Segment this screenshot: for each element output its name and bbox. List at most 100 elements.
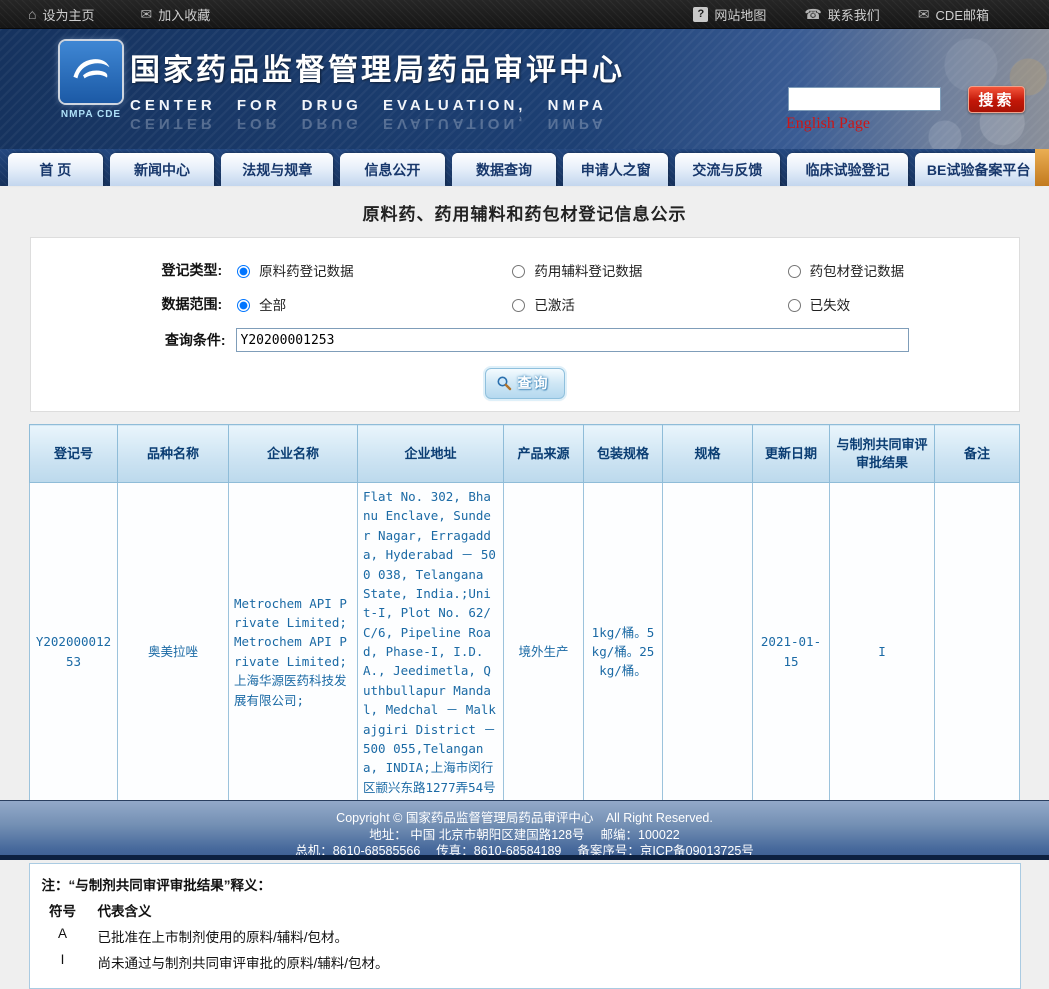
site-footer: Copyright © 国家药品监督管理局药品审评中心 All Right Re… xyxy=(0,800,1049,860)
tab-laws-regulations[interactable]: 法规与规章 xyxy=(221,153,334,186)
english-page-link[interactable]: English Page xyxy=(786,115,870,133)
site-subtitle-reflection: CENTER FOR DRUG EVALUATION, NMPA xyxy=(130,115,607,132)
cell-company-name: Metrochem API Private Limited;Metrochem … xyxy=(228,482,358,822)
note-meaning-i: 尚未通过与制剂共同审评审批的原料/辅料/包材。 xyxy=(97,956,389,972)
radio-excipient-data[interactable] xyxy=(512,265,526,278)
site-subtitle-en: CENTER FOR DRUG EVALUATION, NMPA xyxy=(130,97,607,114)
radio-api-data[interactable] xyxy=(237,265,251,278)
tab-be-trial-platform[interactable]: BE试验备案平台 xyxy=(915,153,1042,186)
note-title: 注：“与制剂共同审评审批结果”释义： xyxy=(41,878,272,894)
top-utility-bar: ⌂ 设为主页 ✉ 加入收藏 ? 网站地图 ☎ 联系我们 ✉ CDE邮箱 xyxy=(0,0,1049,29)
main-content: 原料药、药用辅料和药包材登记信息公示 登记类型: 原料药登记数据 药用辅料登记数… xyxy=(0,186,1049,989)
cell-remark xyxy=(934,482,1020,822)
logo-caption: NMPA CDE xyxy=(60,109,122,120)
page-title: 原料药、药用辅料和药包材登记信息公示 xyxy=(362,205,687,224)
note-symbol-i: I xyxy=(60,952,65,968)
contact-link[interactable]: ☎ 联系我们 xyxy=(804,5,879,24)
query-button-row: 查询 xyxy=(31,368,1019,399)
cell-product-name: 奥美拉唑 xyxy=(117,482,229,822)
radio-option-packaging-data[interactable]: 药包材登记数据 xyxy=(783,260,1019,280)
table-header-row: 登记号 品种名称 企业名称 企业地址 产品来源 包装规格 规格 更新日期 与制剂… xyxy=(29,423,1020,484)
cell-package-spec: 1kg/桶。5kg/桶。25kg/桶。 xyxy=(583,482,663,822)
results-table: 登记号 品种名称 企业名称 企业地址 产品来源 包装规格 规格 更新日期 与制剂… xyxy=(29,423,1020,822)
col-header-package-spec: 包装规格 xyxy=(583,423,663,484)
radio-packaging-data[interactable] xyxy=(787,265,801,278)
scope-label: 数据范围: xyxy=(161,296,223,312)
col-header-company-address: 企业地址 xyxy=(357,423,504,484)
mail-icon: ✉ xyxy=(917,6,930,22)
cell-spec xyxy=(662,482,753,822)
question-icon: ? xyxy=(693,6,709,22)
radio-option-expired[interactable]: 已失效 xyxy=(783,294,1019,314)
logo-swoosh-icon xyxy=(73,59,110,79)
radio-expired-label: 已失效 xyxy=(809,298,851,313)
sitemap-link[interactable]: ? 网站地图 xyxy=(693,5,766,24)
footer-address: 地址： 中国 北京市朝阳区建国路128号 邮编：100022 xyxy=(369,827,680,842)
reg-type-label: 登记类型: xyxy=(161,262,223,278)
radio-excipient-data-label: 药用辅料登记数据 xyxy=(534,264,643,279)
col-header-product-source: 产品来源 xyxy=(503,423,584,484)
radio-option-activated[interactable]: 已激活 xyxy=(507,294,782,314)
radio-all-label: 全部 xyxy=(259,298,287,313)
phone-icon: ☎ xyxy=(804,6,822,22)
tab-applicant-window[interactable]: 申请人之窗 xyxy=(563,153,669,186)
magnifier-icon xyxy=(497,376,511,391)
legend-note-box: 注：“与制剂共同审评审批结果”释义： 符号 代表含义 A 已批准在上市制剂使用的… xyxy=(28,863,1021,989)
tab-data-query[interactable]: 数据查询 xyxy=(451,153,557,186)
table-row: Y20200001253 奥美拉唑 Metrochem API Private … xyxy=(29,482,1020,822)
cell-update-date: 2021-01-15 xyxy=(752,482,830,822)
cell-company-address: Flat No. 302, Bhanu Enclave, Sunder Naga… xyxy=(357,482,504,822)
note-header-meaning: 代表含义 xyxy=(97,904,152,920)
cell-reg-no: Y20200001253 xyxy=(29,482,118,822)
site-search-button[interactable]: 搜索 xyxy=(968,86,1025,113)
tab-clinical-trial-registration[interactable]: 临床试验登记 xyxy=(786,153,909,186)
topbar-left-links: ⌂ 设为主页 ✉ 加入收藏 xyxy=(28,5,210,24)
col-header-product-name: 品种名称 xyxy=(117,423,229,484)
nmpa-cde-logo-icon xyxy=(60,41,122,103)
radio-all[interactable] xyxy=(237,299,251,312)
site-title-block: 国家药品监督管理局药品审评中心 CENTER FOR DRUG EVALUATI… xyxy=(130,45,625,132)
tab-news-center[interactable]: 新闻中心 xyxy=(109,153,215,186)
note-row-a: A 已批准在上市制剂使用的原料/辅料/包材。 xyxy=(40,926,1010,946)
add-favorite-label: 加入收藏 xyxy=(158,7,211,23)
site-title: 国家药品监督管理局药品审评中心 xyxy=(130,54,625,87)
home-icon: ⌂ xyxy=(28,6,37,22)
cell-product-source: 境外生产 xyxy=(503,482,584,822)
site-header: NMPA CDE 国家药品监督管理局药品审评中心 CENTER FOR DRUG… xyxy=(0,29,1049,149)
scope-row: 数据范围: 全部 已激活 已失效 xyxy=(31,294,1019,314)
query-button[interactable]: 查询 xyxy=(484,368,565,399)
tab-info-disclosure[interactable]: 信息公开 xyxy=(340,153,445,186)
col-header-reg-no: 登记号 xyxy=(29,423,118,484)
cell-joint-review-result: I xyxy=(829,482,935,822)
add-favorite-link[interactable]: ✉ 加入收藏 xyxy=(140,5,210,24)
logo[interactable]: NMPA CDE xyxy=(55,41,127,120)
query-condition-label: 查询条件: xyxy=(164,332,226,348)
radio-api-data-label: 原料药登记数据 xyxy=(259,264,354,279)
topbar-right-links: ? 网站地图 ☎ 联系我们 ✉ CDE邮箱 xyxy=(693,5,989,24)
col-header-update-date: 更新日期 xyxy=(752,423,830,484)
site-search-input[interactable] xyxy=(788,87,941,111)
query-condition-input[interactable] xyxy=(235,328,909,352)
radio-option-all[interactable]: 全部 xyxy=(232,294,507,314)
tab-home[interactable]: 首 页 xyxy=(8,153,103,186)
radio-option-api-data[interactable]: 原料药登记数据 xyxy=(232,260,507,280)
reg-type-row: 登记类型: 原料药登记数据 药用辅料登记数据 药包材登记数据 xyxy=(31,260,1019,280)
set-home-label: 设为主页 xyxy=(42,7,95,23)
tab-communication-feedback[interactable]: 交流与反馈 xyxy=(675,153,780,186)
cde-mail-label: CDE邮箱 xyxy=(935,7,989,23)
sitemap-label: 网站地图 xyxy=(714,7,767,23)
col-header-remark: 备注 xyxy=(934,423,1020,484)
col-header-joint-review-result: 与制剂共同审评审批结果 xyxy=(829,423,935,484)
note-meaning-a: 已批准在上市制剂使用的原料/辅料/包材。 xyxy=(97,930,349,946)
col-header-spec: 规格 xyxy=(662,423,753,484)
cde-mail-link[interactable]: ✉ CDE邮箱 xyxy=(918,5,989,24)
note-symbol-a: A xyxy=(57,926,67,942)
radio-expired[interactable] xyxy=(787,299,801,312)
footer-copyright: Copyright © 国家药品监督管理局药品审评中心 All Right Re… xyxy=(336,811,713,825)
note-header-symbol: 符号 xyxy=(49,904,76,920)
radio-option-excipient-data[interactable]: 药用辅料登记数据 xyxy=(507,260,782,280)
set-home-link[interactable]: ⌂ 设为主页 xyxy=(28,5,94,24)
radio-activated[interactable] xyxy=(512,299,526,312)
note-row-i: I 尚未通过与制剂共同审评审批的原料/辅料/包材。 xyxy=(40,952,1010,972)
radio-packaging-data-label: 药包材登记数据 xyxy=(809,264,905,279)
